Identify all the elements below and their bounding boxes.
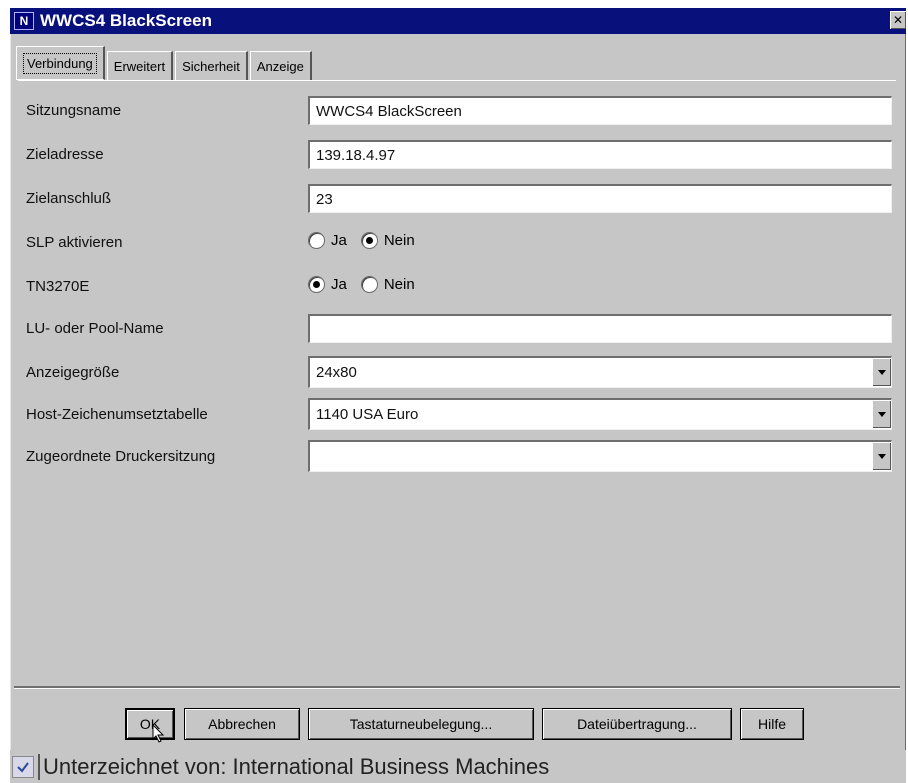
display-size-label: Anzeigegröße bbox=[26, 364, 120, 381]
cancel-button[interactable]: Abbrechen bbox=[184, 708, 300, 740]
row-lu-pool: LU- oder Pool-Name bbox=[10, 310, 906, 350]
row-printer-session: Zugeordnete Druckersitzung bbox=[10, 438, 906, 478]
slp-no-label[interactable]: Nein bbox=[384, 232, 415, 249]
file-transfer-button[interactable]: Dateiübertragung... bbox=[542, 708, 732, 740]
tn3270e-yes-radio[interactable] bbox=[308, 276, 325, 293]
mouse-cursor-icon bbox=[152, 724, 165, 743]
dialog-window: N WWCS4 BlackScreen ✕ Verbindung Erweite… bbox=[10, 8, 906, 783]
slp-radio-group: Ja Nein bbox=[308, 232, 429, 249]
row-slp: SLP aktivieren Ja Nein bbox=[10, 224, 906, 264]
target-port-label: Zielanschluß bbox=[26, 190, 112, 207]
row-target-port: Zielanschluß 23 bbox=[10, 180, 906, 220]
tab-panel-border bbox=[18, 80, 896, 81]
status-bar: Unterzeichnet von: International Busines… bbox=[10, 750, 906, 783]
row-target-address: Zieladresse 139.18.4.97 bbox=[10, 136, 906, 176]
chevron-down-icon[interactable] bbox=[872, 400, 891, 428]
chevron-down-icon[interactable] bbox=[872, 442, 891, 470]
certificate-icon[interactable] bbox=[12, 755, 34, 778]
title-bar[interactable]: N WWCS4 BlackScreen ✕ bbox=[10, 8, 906, 34]
printer-session-select[interactable] bbox=[308, 440, 892, 472]
ok-button[interactable]: OK bbox=[125, 708, 175, 740]
keyboard-remap-button[interactable]: Tastaturneubelegung... bbox=[308, 708, 534, 740]
slp-no-radio[interactable] bbox=[360, 232, 378, 249]
tn3270e-label: TN3270E bbox=[26, 278, 90, 295]
session-name-label: Sitzungsname bbox=[26, 102, 122, 119]
app-icon: N bbox=[14, 12, 34, 30]
row-session-name: Sitzungsname WWCS4 BlackScreen bbox=[10, 92, 906, 132]
slp-label: SLP aktivieren bbox=[26, 234, 123, 251]
chevron-down-icon[interactable] bbox=[872, 358, 891, 386]
lu-pool-input[interactable] bbox=[308, 314, 892, 343]
tn3270e-no-radio[interactable] bbox=[360, 276, 378, 293]
tab-verbindung[interactable]: Verbindung bbox=[16, 46, 105, 80]
window-title: WWCS4 BlackScreen bbox=[40, 11, 212, 30]
tab-strip: Verbindung Erweitert Sicherheit Anzeige bbox=[16, 46, 314, 80]
display-size-select[interactable]: 24x80 bbox=[308, 356, 892, 388]
slp-yes-radio[interactable] bbox=[308, 232, 325, 249]
tab-anzeige[interactable]: Anzeige bbox=[249, 51, 312, 80]
target-port-input[interactable]: 23 bbox=[308, 184, 892, 213]
host-codepage-select[interactable]: 1140 USA Euro bbox=[308, 398, 892, 430]
tab-sicherheit[interactable]: Sicherheit bbox=[175, 51, 248, 80]
target-address-input[interactable]: 139.18.4.97 bbox=[308, 140, 892, 169]
row-host-codepage: Host-Zeichenumsetztabelle 1140 USA Euro bbox=[10, 396, 906, 436]
help-button[interactable]: Hilfe bbox=[740, 708, 804, 740]
host-codepage-label: Host-Zeichenumsetztabelle bbox=[26, 406, 208, 423]
tab-erweitert[interactable]: Erweitert bbox=[106, 51, 174, 80]
tn3270e-yes-label[interactable]: Ja bbox=[331, 276, 347, 293]
host-codepage-value: 1140 USA Euro bbox=[316, 406, 419, 423]
close-button[interactable]: ✕ bbox=[890, 11, 906, 29]
slp-yes-label[interactable]: Ja bbox=[331, 232, 347, 249]
tn3270e-no-label[interactable]: Nein bbox=[384, 276, 415, 293]
tn3270e-radio-group: Ja Nein bbox=[308, 276, 429, 293]
session-name-input[interactable]: WWCS4 BlackScreen bbox=[308, 96, 892, 125]
lu-pool-label: LU- oder Pool-Name bbox=[26, 320, 164, 337]
row-tn3270e: TN3270E Ja Nein bbox=[10, 268, 906, 308]
signed-by-text: Unterzeichnet von: International Busines… bbox=[38, 753, 549, 780]
printer-session-label: Zugeordnete Druckersitzung bbox=[26, 448, 216, 465]
button-separator bbox=[14, 686, 900, 689]
row-display-size: Anzeigegröße 24x80 bbox=[10, 354, 906, 394]
display-size-value: 24x80 bbox=[316, 364, 357, 381]
target-address-label: Zieladresse bbox=[26, 146, 104, 163]
